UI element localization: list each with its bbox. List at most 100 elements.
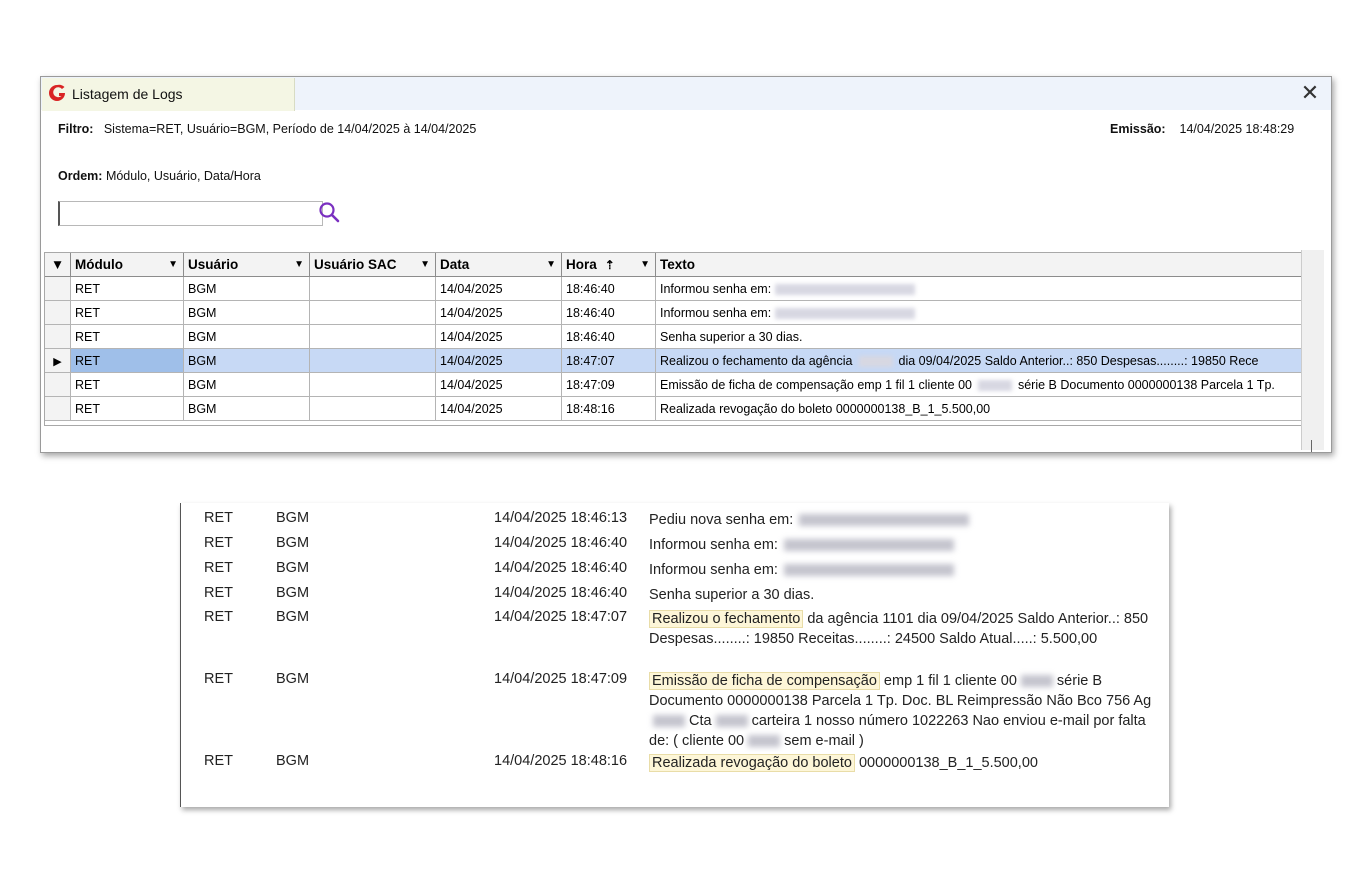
redacted-text [748,735,781,748]
report-texto: Realizou o fechamento da agência 1101 di… [649,609,1159,649]
column-usuario[interactable]: Usuário ▼ [183,253,310,277]
report-modulo: RET [204,609,233,625]
current-row-icon: ▶ [53,355,62,368]
redacted-text [775,307,916,319]
column-texto[interactable]: Texto [655,253,1316,277]
report-usuario: BGM [276,535,310,551]
emission-label: Emissão: [1110,122,1166,136]
row-indicator[interactable] [45,372,71,397]
cell-usuario: BGM [183,324,310,349]
cell-data: 14/04/2025 [435,324,562,349]
column-label: Módulo [75,257,123,272]
cell-hora: 18:47:07 [561,348,656,373]
report-text: Pediu nova senha em: [649,512,794,528]
column-hora[interactable]: Hora ⇡ ▼ [561,253,656,277]
report-datahora: 14/04/2025 18:46:40 [494,585,628,601]
close-icon: ✕ [1300,80,1320,105]
filter-icon[interactable]: ▼ [168,259,178,270]
report-text: Informou senha em: [649,537,778,553]
cell-modulo: RET [70,324,184,349]
report-datahora: 14/04/2025 18:46:40 [494,560,628,576]
report-texto: Informou senha em: [649,535,1159,555]
row-indicator[interactable] [45,324,71,349]
cell-texto: Emissão de ficha de compensação emp 1 fi… [655,372,1316,397]
cell-modulo: RET [70,276,184,301]
cell-modulo: RET [70,300,184,325]
column-modulo[interactable]: Módulo ▼ [70,253,184,277]
report-modulo: RET [204,560,233,576]
cell-usuario-sac [309,276,436,301]
redacted-text [653,715,685,728]
window-tab[interactable]: Listagem de Logs [42,78,295,111]
cell-hora: 18:47:09 [561,372,656,397]
cell-modulo: RET [70,396,184,421]
filter-line: Filtro: Sistema=RET, Usuário=BGM, Períod… [58,122,476,136]
filter-icon[interactable]: ▼ [546,259,556,270]
cell-data: 14/04/2025 [435,300,562,325]
highlighted-text: Emissão de ficha de compensação [649,672,880,690]
report-text: Cta [689,713,712,729]
search-input[interactable] [58,201,323,226]
scroll-tick [1311,440,1312,452]
redacted-text [799,514,970,527]
redacted-text [858,355,893,367]
report-usuario: BGM [276,560,310,576]
filter-icon[interactable]: ▼ [294,259,304,270]
cell-data: 14/04/2025 [435,348,562,373]
table-row[interactable]: RET BGM 14/04/2025 18:48:16 Realizada re… [45,396,1316,421]
report-texto: Pediu nova senha em: [649,510,1159,530]
table-row[interactable]: RET BGM 14/04/2025 18:46:40 Informou sen… [45,276,1316,301]
emission-value: 14/04/2025 18:48:29 [1179,122,1295,136]
column-data[interactable]: Data ▼ [435,253,562,277]
cell-modulo: RET [70,372,184,397]
cell-data: 14/04/2025 [435,276,562,301]
report-datahora: 14/04/2025 18:48:16 [494,753,628,769]
close-button[interactable]: ✕ [1299,82,1321,104]
filter-icon[interactable]: ▼ [640,259,650,270]
redacted-text [977,379,1012,391]
column-label: Usuário [188,257,239,272]
column-usuario-sac[interactable]: Usuário SAC ▼ [309,253,436,277]
column-label: Hora [566,257,597,272]
row-indicator[interactable] [45,276,71,301]
report-usuario: BGM [276,609,310,625]
report-modulo: RET [204,585,233,601]
redacted-text [783,539,954,552]
table-row-selected[interactable]: ▶ RET BGM 14/04/2025 18:47:07 Realizou o… [45,348,1316,373]
redacted-text [775,283,916,295]
search-icon[interactable] [317,200,341,224]
report-modulo: RET [204,753,233,769]
log-grid: ▼ Módulo ▼ Usuário ▼ Usuário SAC ▼ Data ▼ Ho… [44,252,1321,426]
table-row[interactable]: RET BGM 14/04/2025 18:46:40 Senha superi… [45,324,1316,349]
sort-ascending-icon[interactable]: ⇡ [605,258,615,272]
cell-modulo: RET [70,348,184,373]
report-modulo: RET [204,671,233,687]
cell-usuario: BGM [183,348,310,373]
row-indicator[interactable] [45,300,71,325]
table-row[interactable]: RET BGM 14/04/2025 18:46:40 Informou sen… [45,300,1316,325]
highlighted-text: Realizou o fechamento [649,610,804,628]
report-datahora: 14/04/2025 18:47:07 [494,609,628,625]
report-usuario: BGM [276,753,310,769]
emission-line: Emissão: 14/04/2025 18:48:29 [1110,122,1294,136]
filter-label: Filtro: [58,122,94,136]
cell-text: Emissão de ficha de compensação emp 1 fi… [660,377,972,392]
row-indicator[interactable]: ▶ [45,348,71,373]
log-report: RET BGM 14/04/2025 18:46:13 Pediu nova s… [180,503,1169,807]
cell-usuario: BGM [183,300,310,325]
highlighted-text: Realizada revogação do boleto [649,754,855,772]
cell-text: Realizou o fechamento da agência [660,353,853,368]
logs-window: Listagem de Logs ✕ Filtro: Sistema=RET, … [40,76,1332,453]
report-usuario: BGM [276,510,310,526]
cell-usuario: BGM [183,396,310,421]
cell-usuario-sac [309,396,436,421]
cell-usuario: BGM [183,372,310,397]
column-chooser[interactable]: ▼ [45,253,71,277]
cell-hora: 18:46:40 [561,300,656,325]
vertical-scrollbar[interactable] [1301,250,1324,450]
table-row[interactable]: RET BGM 14/04/2025 18:47:09 Emissão de f… [45,372,1316,397]
filter-icon[interactable]: ▼ [420,259,430,270]
row-indicator[interactable] [45,396,71,421]
report-usuario: BGM [276,585,310,601]
report-text: emp 1 fil 1 cliente 00 [883,673,1017,689]
